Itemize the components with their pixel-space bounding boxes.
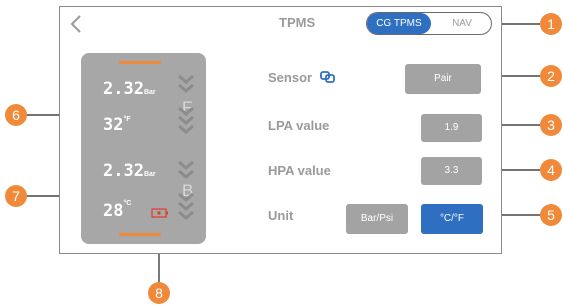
chevron-down-icon — [178, 84, 194, 93]
page-title: TPMS — [279, 15, 316, 30]
chevron-down-icon — [178, 193, 194, 202]
front-tire-indicator — [119, 61, 161, 64]
chevron-down-icon — [178, 75, 194, 84]
callout-5: 5 — [540, 204, 562, 226]
callout-7: 7 — [5, 185, 27, 207]
chevron-down-icon — [178, 116, 194, 125]
hpa-label: HPA value — [268, 163, 331, 178]
callout-6: 6 — [5, 104, 27, 126]
front-temperature-value: 32 — [103, 115, 124, 135]
back-pressure: 2.32Bar — [103, 161, 156, 181]
battery-low-icon — [151, 208, 168, 218]
callout-3: 3 — [540, 114, 562, 136]
chevron-down-icon — [178, 107, 194, 116]
front-pressure-unit: Bar — [143, 89, 156, 96]
chevron-down-icon — [178, 161, 194, 170]
callout-4: 4 — [540, 159, 562, 181]
chevron-down-icon — [178, 202, 194, 211]
unit-celsius-fahrenheit-button[interactable]: °C/°F — [421, 204, 483, 234]
lpa-value-button[interactable]: 1.9 — [421, 114, 482, 142]
back-temperature-value: 28 — [103, 201, 124, 221]
back-tread — [177, 161, 195, 220]
source-toggle[interactable]: CG TPMS NAV — [366, 12, 492, 35]
tire-status-card: 2.32Bar 32°F F 2.32Bar 28°C B — [81, 53, 206, 244]
chevron-down-icon — [178, 170, 194, 179]
sensor-label: Sensor — [268, 69, 336, 87]
back-temperature-unit: °C — [123, 200, 132, 207]
front-temperature: 32°F — [103, 115, 131, 135]
chevron-down-icon — [178, 125, 194, 134]
unit-bar-psi-button[interactable]: Bar/Psi — [346, 204, 408, 234]
lpa-label: LPA value — [268, 118, 330, 133]
front-tread — [177, 75, 195, 134]
toggle-option-nav[interactable]: NAV — [435, 13, 489, 34]
toggle-option-cg-tpms[interactable]: CG TPMS — [367, 13, 431, 34]
front-temperature-unit: °F — [123, 116, 131, 123]
callout-2: 2 — [540, 65, 562, 87]
back-pressure-unit: Bar — [143, 171, 156, 178]
back-temperature: 28°C — [103, 200, 132, 221]
callout-1: 1 — [540, 13, 562, 35]
back-tire-indicator — [119, 233, 161, 236]
chevron-left-icon — [70, 15, 81, 33]
front-pressure-value: 2.32 — [103, 79, 144, 99]
pair-button[interactable]: Pair — [405, 64, 481, 94]
link-icon — [319, 71, 335, 83]
front-pressure: 2.32Bar — [103, 79, 156, 99]
chevron-down-icon — [178, 211, 194, 220]
hpa-value-button[interactable]: 3.3 — [421, 157, 482, 185]
tpms-screen: TPMS CG TPMS NAV 2.32Bar 32°F F 2.32Bar … — [59, 6, 502, 254]
unit-label: Unit — [268, 208, 294, 223]
callout-8: 8 — [148, 282, 170, 304]
back-pressure-value: 2.32 — [103, 161, 144, 181]
sensor-label-text: Sensor — [268, 70, 313, 85]
back-button[interactable] — [68, 13, 86, 35]
